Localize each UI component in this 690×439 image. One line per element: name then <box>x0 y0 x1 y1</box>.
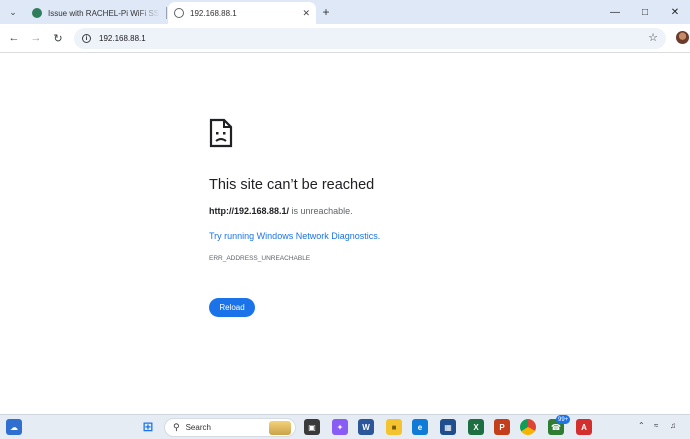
copilot-icon[interactable]: ✦ <box>332 419 348 435</box>
tab-issue-rachel[interactable]: Issue with RACHEL-Pi WiFi SSID <box>26 2 166 24</box>
sad-page-icon <box>209 118 233 148</box>
wifi-icon[interactable]: ≈ <box>654 421 658 430</box>
new-tab-plus-icon[interactable]: + <box>318 4 334 20</box>
address-text[interactable]: 192.168.88.1 <box>99 34 146 43</box>
error-url: http://192.168.88.1/ <box>209 206 290 216</box>
tab-close-icon[interactable]: ✕ <box>302 8 310 19</box>
search-highlight-image <box>269 421 291 435</box>
maximize-icon[interactable]: □ <box>630 0 660 24</box>
excel-icon[interactable]: X <box>468 419 484 435</box>
search-icon: ⚲ <box>173 422 180 432</box>
error-title: This site can’t be reached <box>209 177 375 193</box>
tab-title: 192.168.88.1 <box>190 8 237 18</box>
profile-avatar[interactable] <box>676 31 689 44</box>
widgets-icon[interactable]: ☁ <box>6 419 22 435</box>
reload-icon[interactable]: ↻ <box>50 30 66 46</box>
taskbar: ☁ ⊞ ⚲ Search ▣ ✦ W ■ e ▦ X P ☎ A ⌃ ≈ ♫ <box>0 414 690 439</box>
close-window-icon[interactable]: ✕ <box>660 0 690 24</box>
word-icon[interactable]: W <box>358 419 374 435</box>
minimize-icon[interactable]: — <box>600 0 630 24</box>
globe-favicon-icon <box>174 8 184 18</box>
address-bar[interactable]: i 192.168.88.1 ☆ <box>74 28 666 49</box>
forward-arrow-icon[interactable]: → <box>28 30 44 46</box>
windows-start-icon[interactable]: ⊞ <box>140 419 156 435</box>
tab-active-192[interactable]: 192.168.88.1 ✕ <box>168 2 316 24</box>
tab-title: Issue with RACHEL-Pi WiFi SSID <box>48 8 160 18</box>
discourse-favicon-icon <box>32 8 42 18</box>
reload-button[interactable]: Reload <box>209 298 255 317</box>
volume-icon[interactable]: ♫ <box>670 421 676 430</box>
powerpoint-icon[interactable]: P <box>494 419 510 435</box>
edge-icon[interactable]: e <box>412 419 428 435</box>
notification-badge: 99+ <box>556 415 571 424</box>
file-explorer-icon[interactable]: ■ <box>386 419 402 435</box>
task-view-icon[interactable]: ▣ <box>304 419 320 435</box>
bookmark-star-icon[interactable]: ☆ <box>648 31 658 44</box>
acrobat-icon[interactable]: A <box>576 419 592 435</box>
error-desc-suffix: is unreachable. <box>289 206 353 216</box>
browser-toolbar: ← → ↻ i 192.168.88.1 ☆ <box>0 24 690 53</box>
tray-chevron-icon[interactable]: ⌃ <box>638 421 645 430</box>
tab-strip: ⌄ Issue with RACHEL-Pi WiFi SSID 192.168… <box>0 0 690 24</box>
error-code: ERR_ADDRESS_UNREACHABLE <box>209 255 311 262</box>
chrome-icon[interactable] <box>520 419 536 435</box>
error-description: http://192.168.88.1/ is unreachable. <box>209 206 353 216</box>
network-diagnostics-link[interactable]: Try running Windows Network Diagnostics. <box>209 231 380 241</box>
tab-search-chevron-icon[interactable]: ⌄ <box>5 4 21 20</box>
site-info-icon[interactable]: i <box>82 34 91 43</box>
taskbar-search[interactable]: ⚲ Search <box>164 418 296 437</box>
back-arrow-icon[interactable]: ← <box>6 30 22 46</box>
tab-divider <box>166 7 167 19</box>
store-icon[interactable]: ▦ <box>440 419 456 435</box>
search-placeholder: Search <box>185 423 211 432</box>
